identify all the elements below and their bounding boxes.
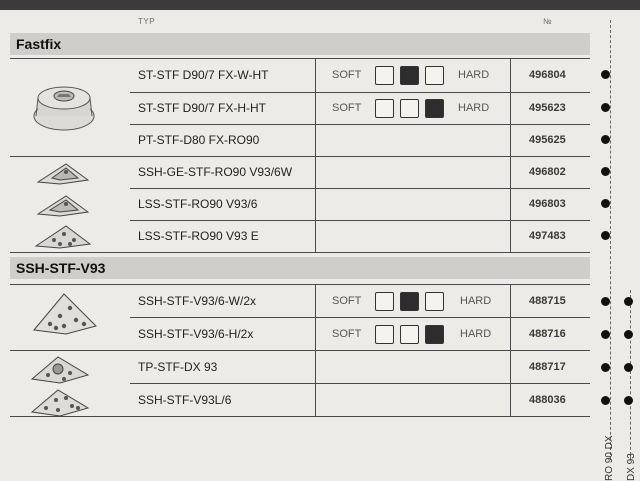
compat-dot — [624, 396, 633, 405]
compat-dot — [601, 70, 610, 79]
compat-dot — [624, 297, 633, 306]
divider — [10, 284, 590, 285]
number-column-header: № — [543, 17, 553, 26]
hard-label: HARD — [458, 69, 490, 81]
divider — [10, 58, 590, 59]
compat-dot — [601, 167, 610, 176]
hard-label: HARD — [460, 295, 492, 307]
divider — [10, 252, 590, 253]
column-divider — [315, 58, 316, 252]
hardness-box-hard — [425, 292, 444, 311]
divider — [130, 317, 590, 318]
divider — [10, 416, 590, 417]
row-number: 488715 — [529, 295, 566, 307]
compat-column-line — [610, 20, 611, 460]
sanding-pad-v93l-image — [30, 389, 90, 417]
delta-sanding-pad-image — [33, 293, 97, 335]
column-divider — [510, 284, 511, 416]
divider — [10, 350, 590, 351]
compat-dot — [601, 396, 610, 405]
hardness-box-hard — [425, 99, 444, 118]
hardness-box-soft — [375, 292, 394, 311]
compat-dot — [624, 363, 633, 372]
row-number: 495623 — [529, 102, 566, 114]
row-number: 488717 — [529, 361, 566, 373]
top-bar — [0, 0, 640, 10]
row-type: PT-STF-D80 FX-RO90 — [138, 133, 260, 147]
hardness-box-soft — [375, 325, 394, 344]
section-header-ssh-stf-v93: SSH-STF-V93 — [10, 257, 590, 279]
row-number: 497483 — [529, 230, 566, 242]
divider — [130, 188, 590, 189]
hardness-box-hard — [425, 66, 444, 85]
compat-dot — [601, 330, 610, 339]
row-number: 488716 — [529, 328, 566, 340]
divider — [130, 92, 590, 93]
hardness-box-medium — [400, 99, 419, 118]
row-type: LSS-STF-RO90 V93 E — [138, 229, 259, 243]
soft-label: SOFT — [332, 328, 362, 340]
hardness-box-soft — [375, 99, 394, 118]
row-type: TP-STF-DX 93 — [138, 360, 218, 374]
row-type: SSH-STF-V93L/6 — [138, 393, 232, 407]
row-type: SSH-STF-V93/6-W/2x — [138, 294, 257, 308]
column-label-dx93: DX 93 — [626, 453, 637, 481]
compat-dot — [601, 199, 610, 208]
hardness-box-medium — [400, 292, 419, 311]
row-type: LSS-STF-RO90 V93/6 — [138, 197, 258, 211]
sanding-pad-6-image — [36, 195, 90, 217]
interface-pad-image — [30, 356, 90, 384]
section-header-fastfix: Fastfix — [10, 33, 590, 55]
fastfix-pad-image — [33, 86, 95, 131]
row-type: SSH-GE-STF-RO90 V93/6W — [138, 165, 293, 179]
row-number: 496804 — [529, 69, 566, 81]
hard-label: HARD — [458, 102, 490, 114]
soft-label: SOFT — [332, 69, 362, 81]
type-column-header: TYP — [138, 17, 156, 26]
compat-dot — [601, 363, 610, 372]
row-type: ST-STF D90/7 FX-W-HT — [138, 68, 269, 82]
divider — [10, 156, 590, 157]
hard-label: HARD — [460, 328, 492, 340]
sanding-pad-6w-image — [36, 163, 90, 185]
compat-dot — [601, 297, 610, 306]
row-number: 488036 — [529, 394, 566, 406]
row-type: ST-STF D90/7 FX-H-HT — [138, 101, 267, 115]
column-divider — [315, 284, 316, 416]
column-label-ro90dx: RO 90 DX — [604, 435, 615, 481]
compat-dot — [601, 231, 610, 240]
divider — [130, 383, 590, 384]
compat-dot — [624, 330, 633, 339]
compat-column-line — [630, 290, 631, 460]
divider — [130, 124, 590, 125]
soft-label: SOFT — [332, 102, 362, 114]
row-number: 495625 — [529, 134, 566, 146]
hardness-box-medium — [400, 325, 419, 344]
row-type: SSH-STF-V93/6-H/2x — [138, 327, 254, 341]
hardness-box-medium — [400, 66, 419, 85]
hardness-box-hard — [425, 325, 444, 344]
row-number: 496802 — [529, 166, 566, 178]
row-number: 496803 — [529, 198, 566, 210]
soft-label: SOFT — [332, 295, 362, 307]
divider — [130, 220, 590, 221]
compat-dot — [601, 103, 610, 112]
hardness-box-soft — [375, 66, 394, 85]
sanding-pad-e-image — [34, 225, 92, 249]
column-divider — [510, 58, 511, 252]
compat-dot — [601, 135, 610, 144]
